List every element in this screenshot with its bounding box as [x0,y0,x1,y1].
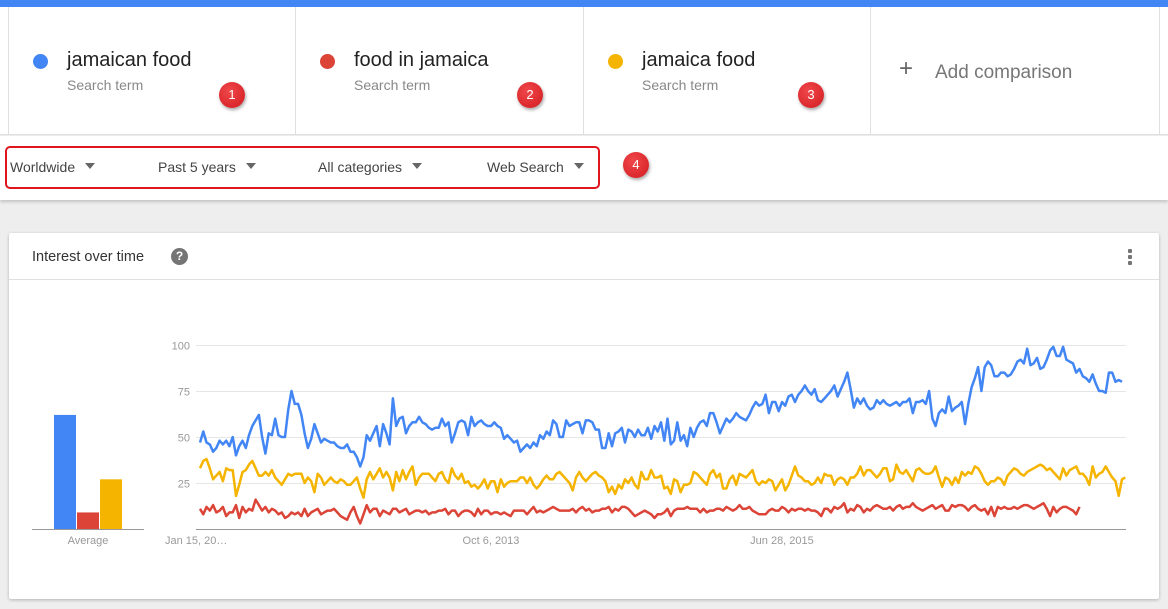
y-tick-label-50: 50 [178,433,190,445]
x-tick-label-1: Jan 15, 20… [165,535,227,547]
series-line-food-in-jamaica [198,498,1081,525]
average-label: Average [68,535,109,547]
interest-chart: Average 25 50 75 100 Jan 15, 20… Oct 6, 2013 Ju… [32,341,1126,547]
y-tick-label-75: 75 [178,387,190,399]
x-tick-label-2: Oct 6, 2013 [463,535,520,547]
x-tick-label-3: Jun 28, 2015 [750,535,814,547]
average-bar-1 [54,414,76,529]
y-tick-label-25: 25 [178,479,190,491]
series-line-jamaica-food [198,457,1126,499]
average-bar-3 [100,479,122,529]
average-bar-2 [77,512,99,529]
series-line-jamaican-food [198,345,1123,468]
y-tick-label-100: 100 [172,341,190,353]
